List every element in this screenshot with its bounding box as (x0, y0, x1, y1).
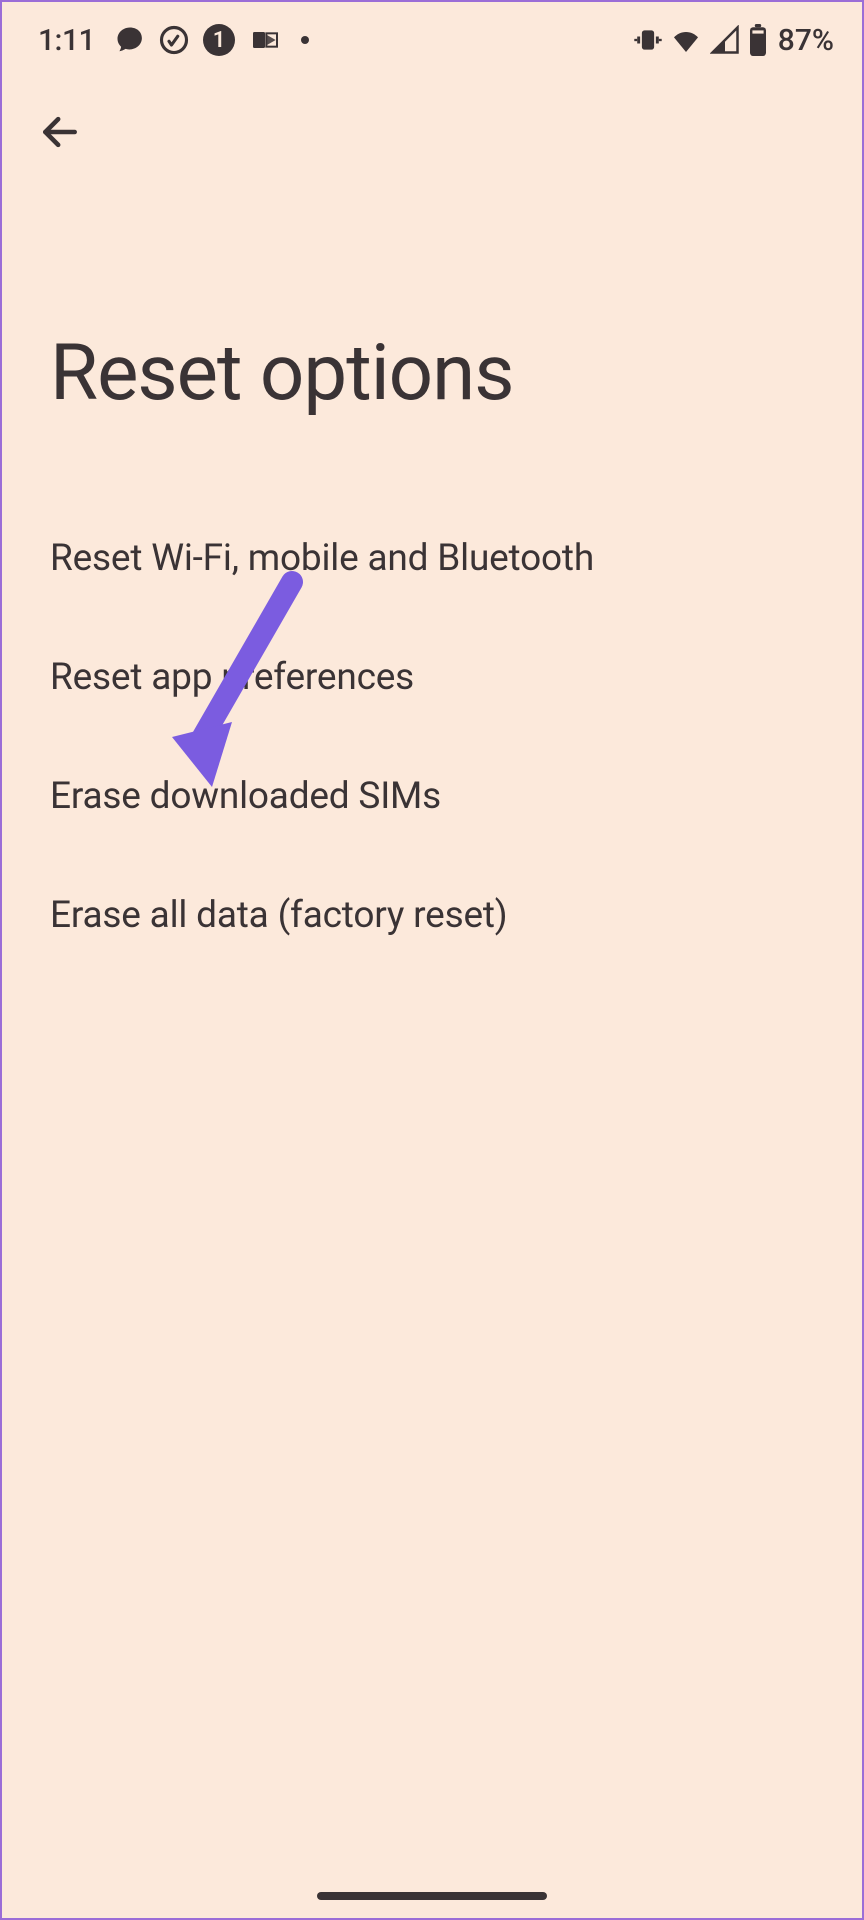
status-bar-left: 1:11 1 (38, 23, 309, 58)
chat-icon (115, 25, 145, 55)
wifi-icon (670, 24, 702, 56)
vibrate-icon (634, 26, 662, 54)
reset-app-preferences[interactable]: Reset app preferences (50, 618, 814, 737)
reset-options-list: Reset Wi-Fi, mobile and Bluetooth Reset … (2, 499, 862, 975)
clock: 1:11 (38, 23, 95, 58)
back-arrow-icon (38, 110, 82, 154)
erase-downloaded-sims[interactable]: Erase downloaded SIMs (50, 737, 814, 856)
status-bar-right: 87% (634, 23, 834, 58)
page-title: Reset options (2, 158, 862, 499)
cellular-signal-icon (710, 25, 740, 55)
cloud-sync-icon (159, 25, 189, 55)
erase-all-data-factory-reset[interactable]: Erase all data (factory reset) (50, 856, 814, 975)
more-notifications-dot (301, 36, 309, 44)
battery-icon (748, 24, 768, 56)
battery-percentage: 87% (778, 23, 834, 58)
reset-wifi-mobile-bluetooth[interactable]: Reset Wi-Fi, mobile and Bluetooth (50, 499, 814, 618)
navigation-handle[interactable] (317, 1892, 547, 1900)
notification-badge-icon: 1 (203, 24, 235, 56)
status-bar: 1:11 1 87% (2, 2, 862, 72)
notification-badge-count: 1 (213, 28, 226, 53)
back-button[interactable] (2, 72, 862, 158)
outlook-icon (249, 24, 281, 56)
